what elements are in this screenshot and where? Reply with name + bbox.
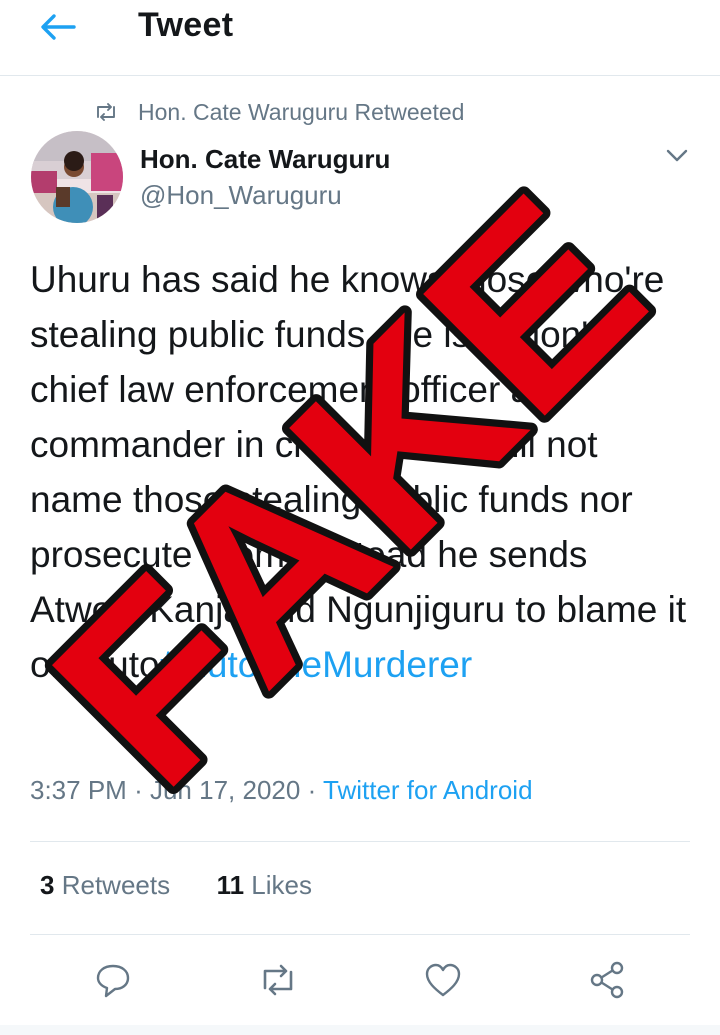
author-name[interactable]: Hon. Cate Waruguru (140, 144, 390, 175)
tweet-meta: 3:37 PM · Jun 17, 2020 · Twitter for And… (30, 775, 533, 806)
share-icon[interactable] (588, 960, 628, 1000)
likes-stat[interactable]: 11 Likes (217, 870, 312, 900)
meta-separator: · (307, 775, 317, 805)
avatar[interactable] (31, 131, 123, 223)
tweet-time: 3:37 PM (30, 775, 127, 805)
retweet-icon[interactable] (258, 960, 298, 1000)
chevron-down-icon[interactable] (663, 143, 691, 167)
tweet-body-text: Uhuru has said he knows those who're ste… (30, 259, 687, 685)
tweet-text: Uhuru has said he knows those who're ste… (30, 252, 695, 692)
reply-icon[interactable] (93, 960, 133, 1000)
retweet-banner: Hon. Cate Waruguru Retweeted (94, 96, 464, 128)
meta-separator: · (134, 775, 143, 805)
arrow-left-icon[interactable] (38, 12, 78, 42)
hashtag-link[interactable]: #RutoTheMurderer (160, 644, 473, 685)
likes-count: 11 (216, 870, 245, 900)
likes-label: Likes (251, 870, 312, 900)
like-icon[interactable] (423, 960, 463, 1000)
page-title: Tweet (138, 6, 234, 44)
tweet-stats: 3 Retweets 11 Likes (40, 870, 312, 901)
client-link[interactable]: Twitter for Android (323, 775, 533, 805)
retweets-count: 3 (40, 870, 55, 900)
bottom-edge (0, 1025, 720, 1035)
tweet-date: Jun 17, 2020 (149, 775, 301, 805)
retweet-icon (97, 103, 115, 121)
top-bar: Tweet (0, 0, 720, 76)
divider (30, 841, 690, 842)
divider (30, 934, 690, 935)
tweet-actions (0, 960, 720, 1004)
retweet-banner-text[interactable]: Hon. Cate Waruguru Retweeted (138, 99, 464, 126)
retweets-label: Retweets (61, 870, 171, 900)
author-handle[interactable]: @Hon_Waruguru (140, 180, 342, 211)
retweets-stat[interactable]: 3 Retweets (40, 870, 170, 900)
